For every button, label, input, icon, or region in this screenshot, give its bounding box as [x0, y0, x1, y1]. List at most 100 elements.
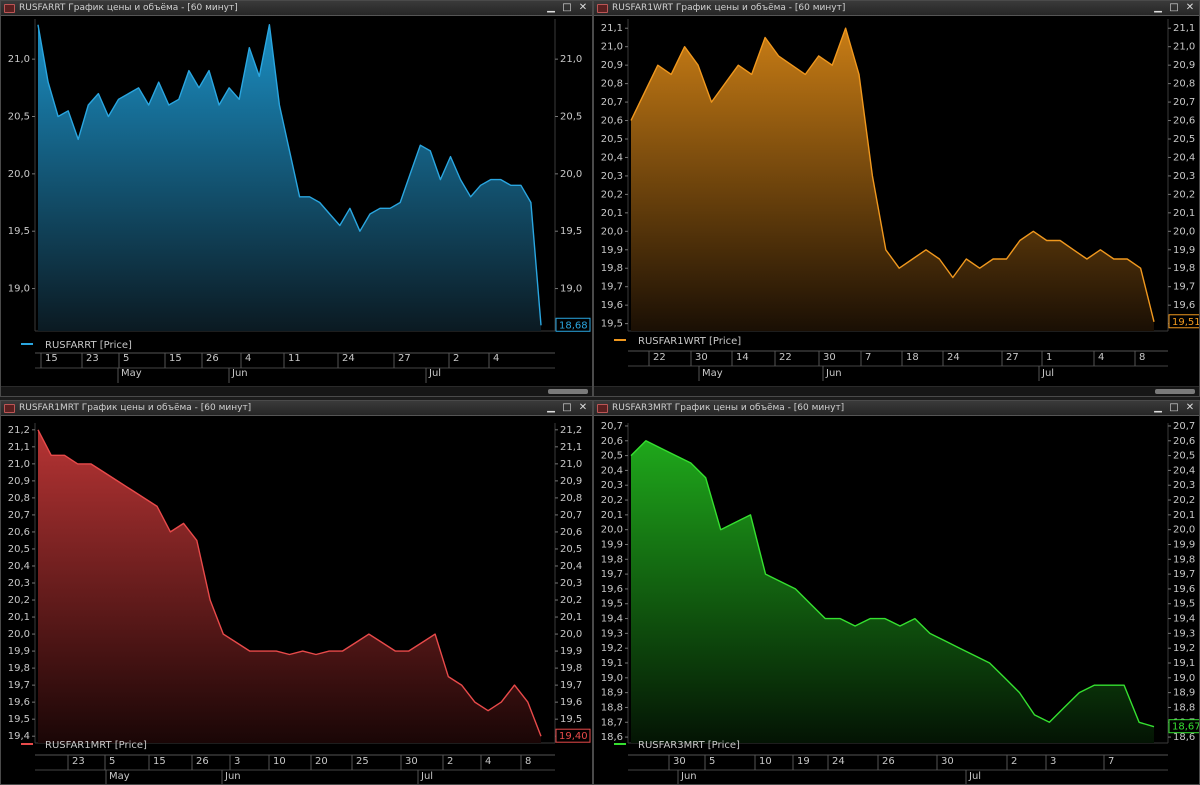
month-label: May [109, 771, 130, 782]
y-tick-label-left: 20,6 [601, 436, 623, 447]
y-tick-label-right: 20,9 [1173, 60, 1195, 71]
date-tick-label: 2 [453, 353, 459, 364]
series-area [38, 24, 541, 331]
date-tick-label: 11 [288, 353, 301, 364]
date-tick-label: 5 [123, 353, 129, 364]
date-tick-label: 20 [315, 756, 328, 767]
date-tick-label: 4 [245, 353, 251, 364]
last-price-label: 18,67 [1172, 722, 1200, 733]
y-tick-label-left: 20,9 [601, 60, 623, 71]
date-tick-label: 26 [196, 756, 209, 767]
y-tick-label-right: 21,1 [560, 442, 582, 453]
y-tick-label-right: 18,6 [1173, 732, 1195, 743]
y-tick-label-right: 21,0 [1173, 42, 1195, 53]
y-tick-label-left: 20,7 [601, 421, 623, 432]
y-tick-label-right: 19,6 [1173, 300, 1195, 311]
chart-window-rusfar1wrt[interactable]: RUSFAR1WRT График цены и объёма - [60 ми… [593, 0, 1200, 397]
date-tick-label: 26 [206, 353, 219, 364]
y-tick-label-right: 20,6 [560, 527, 582, 538]
y-tick-label-right: 18,9 [1173, 688, 1195, 699]
y-tick-label-left: 19,6 [8, 697, 30, 708]
month-label: May [121, 368, 142, 379]
y-tick-label-left: 21,2 [8, 425, 30, 436]
price-chart[interactable]: 21,0 21,0 20,5 20,5 20,0 20,0 19,5 19,5 19,0 19,0… [1, 1, 593, 397]
y-tick-label-right: 20,7 [1173, 421, 1195, 432]
y-tick-label-right: 20,4 [1173, 152, 1195, 163]
y-tick-label-left: 19,9 [601, 245, 623, 256]
scrollbar-thumb[interactable] [1155, 389, 1195, 394]
chart-window-rusfar3mrt[interactable]: RUSFAR3MRT График цены и объёма - [60 ми… [593, 400, 1200, 785]
y-tick-label-left: 20,7 [601, 97, 623, 108]
y-tick-label-right: 19,7 [1173, 282, 1195, 293]
date-tick-label: 22 [779, 352, 792, 363]
y-tick-label-right: 20,1 [560, 612, 582, 623]
y-tick-label-left: 20,1 [601, 510, 623, 521]
chart-window-rusfar1mrt[interactable]: RUSFAR1MRT График цены и объёма - [60 ми… [0, 400, 593, 785]
horizontal-scrollbar[interactable] [594, 386, 1199, 396]
date-tick-label: 30 [695, 352, 708, 363]
date-tick-label: 8 [525, 756, 531, 767]
date-tick-label: 5 [709, 756, 715, 767]
scrollbar-thumb[interactable] [548, 389, 588, 394]
date-tick-label: 7 [865, 352, 871, 363]
y-tick-label-right: 19,6 [560, 697, 582, 708]
month-label: May [702, 368, 723, 379]
y-tick-label-right: 20,1 [1173, 208, 1195, 219]
y-tick-label-left: 20,5 [8, 544, 30, 555]
y-tick-label-right: 19,2 [1173, 643, 1195, 654]
y-tick-label-left: 21,0 [8, 54, 30, 65]
month-label: Jul [428, 368, 441, 379]
date-tick-label: 14 [736, 352, 749, 363]
series-area [38, 429, 541, 743]
price-chart[interactable]: 21,2 21,2 21,1 21,1 21,0 21,0 20,9 20,9 20,8 20,8… [1, 401, 593, 785]
date-tick-label: 26 [882, 756, 895, 767]
date-tick-label: 23 [86, 353, 99, 364]
horizontal-scrollbar[interactable] [1, 386, 592, 396]
y-tick-label-left: 21,1 [601, 23, 623, 34]
date-tick-label: 18 [906, 352, 919, 363]
y-tick-label-right: 20,2 [1173, 495, 1195, 506]
date-tick-label: 24 [342, 353, 355, 364]
y-tick-label-right: 21,1 [1173, 23, 1195, 34]
month-label: Jun [825, 368, 842, 379]
price-chart[interactable]: 21,1 21,1 21,0 21,0 20,9 20,9 20,8 20,8 20,7 20,7… [594, 1, 1200, 397]
legend-label: RUSFAR3MRT [Price] [638, 740, 740, 751]
last-price-label: 19,40 [559, 731, 588, 742]
date-tick-label: 24 [947, 352, 960, 363]
y-tick-label-right: 20,0 [1173, 525, 1195, 536]
y-tick-label-left: 19,2 [601, 643, 623, 654]
month-label: Jun [680, 771, 697, 782]
y-tick-label-right: 19,5 [1173, 599, 1195, 610]
y-tick-label-left: 20,3 [601, 480, 623, 491]
price-chart[interactable]: 20,7 20,7 20,6 20,6 20,5 20,5 20,4 20,4 20,3 20,3… [594, 401, 1200, 785]
last-price-label: 18,68 [559, 320, 588, 331]
y-tick-label-left: 19,7 [601, 569, 623, 580]
date-tick-label: 27 [398, 353, 411, 364]
y-tick-label-right: 20,3 [1173, 171, 1195, 182]
month-label: Jul [968, 771, 981, 782]
y-tick-label-left: 19,4 [601, 614, 623, 625]
date-tick-label: 4 [485, 756, 491, 767]
y-tick-label-left: 20,9 [8, 476, 30, 487]
y-tick-label-right: 19,9 [560, 646, 582, 657]
y-tick-label-right: 19,0 [1173, 673, 1195, 684]
date-tick-label: 3 [234, 756, 240, 767]
date-tick-label: 4 [493, 353, 499, 364]
y-tick-label-right: 21,0 [560, 459, 582, 470]
date-tick-label: 19 [797, 756, 810, 767]
month-label: Jun [231, 368, 248, 379]
y-tick-label-right: 19,8 [560, 663, 582, 674]
month-label: Jun [224, 771, 241, 782]
y-tick-label-left: 20,3 [601, 171, 623, 182]
month-label: Jul [1041, 368, 1054, 379]
y-tick-label-left: 20,0 [8, 169, 30, 180]
y-tick-label-right: 19,5 [560, 226, 582, 237]
last-price-label: 19,51 [1172, 317, 1200, 328]
y-tick-label-left: 19,5 [601, 319, 623, 330]
y-tick-label-left: 19,6 [601, 584, 623, 595]
chart-window-rusfarrt[interactable]: RUSFARRT График цены и объёма - [60 мину… [0, 0, 593, 397]
y-tick-label-left: 19,0 [601, 673, 623, 684]
y-tick-label-right: 20,8 [560, 493, 582, 504]
series-area [631, 28, 1154, 331]
series-area [631, 440, 1154, 743]
